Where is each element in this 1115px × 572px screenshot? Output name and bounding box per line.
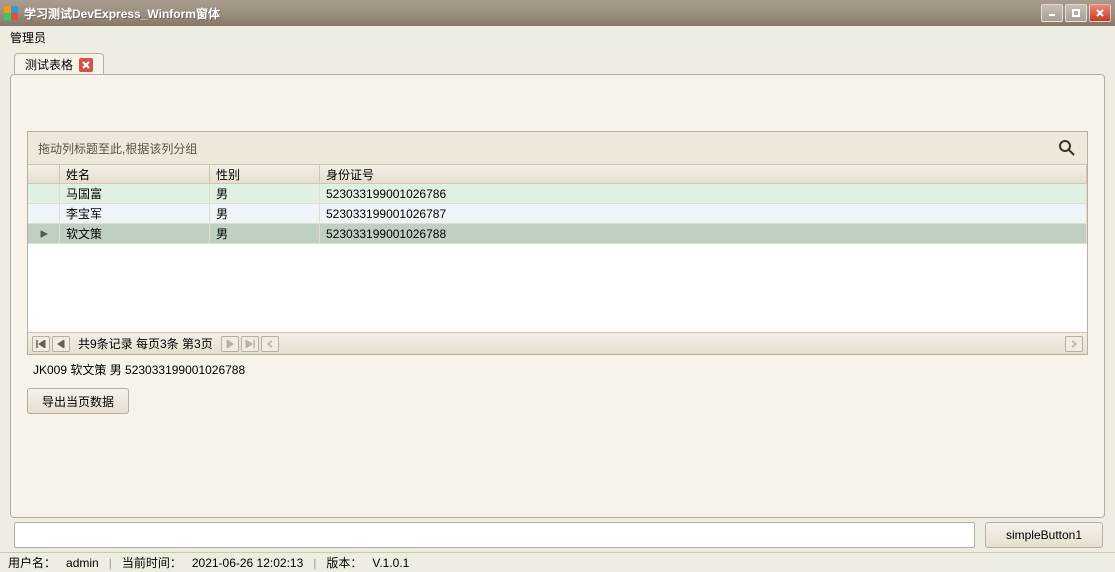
pager-text: 共9条记录 每页3条 第3页 bbox=[78, 335, 213, 352]
pager-prev-button[interactable] bbox=[52, 336, 70, 352]
status-version-value: V.1.0.1 bbox=[372, 556, 409, 570]
grid-rows: 马国富 男 523033199001026786 李宝军 男 523033199… bbox=[28, 184, 1087, 332]
separator: | bbox=[109, 556, 112, 570]
maximize-button[interactable] bbox=[1065, 4, 1087, 22]
separator: | bbox=[313, 556, 316, 570]
cell-name: 软文策 bbox=[60, 224, 210, 243]
minimize-button[interactable] bbox=[1041, 4, 1063, 22]
cell-name: 马国富 bbox=[60, 184, 210, 203]
group-panel[interactable]: 拖动列标题至此,根据该列分组 bbox=[28, 132, 1087, 164]
grid-empty-area bbox=[28, 244, 1087, 332]
current-row-indicator-icon bbox=[28, 224, 60, 243]
tab-close-icon[interactable] bbox=[79, 58, 93, 72]
app-icon bbox=[4, 6, 18, 20]
detail-line: JK009 软文策 男 523033199001026788 bbox=[33, 361, 1088, 378]
status-time-value: 2021-06-26 12:02:13 bbox=[192, 556, 303, 570]
tab-strip: 测试表格 bbox=[0, 48, 1115, 74]
table-row[interactable]: 李宝军 男 523033199001026787 bbox=[28, 204, 1087, 224]
row-indicator bbox=[28, 204, 60, 223]
pager: 共9条记录 每页3条 第3页 bbox=[28, 332, 1087, 354]
close-button[interactable] bbox=[1089, 4, 1111, 22]
status-user-label: 用户名： bbox=[8, 554, 56, 571]
row-indicator bbox=[28, 184, 60, 203]
column-idno[interactable]: 身份证号 bbox=[320, 165, 1087, 183]
cell-name: 李宝军 bbox=[60, 204, 210, 223]
tab-label: 测试表格 bbox=[25, 56, 73, 73]
cell-idno: 523033199001026786 bbox=[320, 184, 1087, 203]
column-sex[interactable]: 性别 bbox=[210, 165, 320, 183]
table-row[interactable]: 马国富 男 523033199001026786 bbox=[28, 184, 1087, 204]
data-grid[interactable]: 拖动列标题至此,根据该列分组 姓名 性别 身份证号 马国富 男 52303319… bbox=[27, 131, 1088, 355]
table-row[interactable]: 软文策 男 523033199001026788 bbox=[28, 224, 1087, 244]
status-time-label: 当前时间： bbox=[122, 554, 182, 571]
bottom-text-input[interactable] bbox=[14, 522, 975, 548]
pager-last-button[interactable] bbox=[241, 336, 259, 352]
pager-next-button[interactable] bbox=[221, 336, 239, 352]
pager-scroll-right-button[interactable] bbox=[1065, 336, 1083, 352]
tab-test-grid[interactable]: 测试表格 bbox=[14, 53, 104, 75]
cell-idno: 523033199001026788 bbox=[320, 224, 1087, 243]
pager-first-button[interactable] bbox=[32, 336, 50, 352]
window-title: 学习测试DevExpress_Winform窗体 bbox=[24, 5, 1041, 22]
simple-button[interactable]: simpleButton1 bbox=[985, 522, 1103, 548]
column-name[interactable]: 姓名 bbox=[60, 165, 210, 183]
export-button[interactable]: 导出当页数据 bbox=[27, 388, 129, 414]
status-user-value: admin bbox=[66, 556, 99, 570]
cell-sex: 男 bbox=[210, 184, 320, 203]
group-hint: 拖动列标题至此,根据该列分组 bbox=[38, 140, 197, 157]
menu-admin[interactable]: 管理员 bbox=[10, 29, 46, 46]
bottom-row: simpleButton1 bbox=[14, 522, 1103, 548]
status-bar: 用户名： admin | 当前时间： 2021-06-26 12:02:13 |… bbox=[0, 552, 1115, 572]
status-version-label: 版本： bbox=[326, 554, 362, 571]
cell-sex: 男 bbox=[210, 204, 320, 223]
title-bar: 学习测试DevExpress_Winform窗体 bbox=[0, 0, 1115, 26]
cell-idno: 523033199001026787 bbox=[320, 204, 1087, 223]
tab-page: 拖动列标题至此,根据该列分组 姓名 性别 身份证号 马国富 男 52303319… bbox=[10, 74, 1105, 518]
search-icon[interactable] bbox=[1057, 138, 1077, 158]
pager-scroll-left-button[interactable] bbox=[261, 336, 279, 352]
cell-sex: 男 bbox=[210, 224, 320, 243]
column-header-row: 姓名 性别 身份证号 bbox=[28, 164, 1087, 184]
column-indicator[interactable] bbox=[28, 165, 60, 183]
window-buttons bbox=[1041, 4, 1111, 22]
menu-bar: 管理员 bbox=[0, 26, 1115, 48]
